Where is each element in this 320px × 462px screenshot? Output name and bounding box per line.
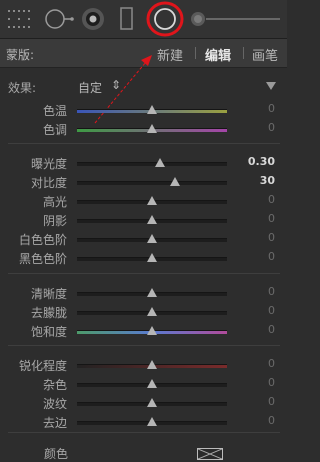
section-divider	[8, 273, 280, 274]
color-swatch[interactable]	[197, 448, 223, 460]
slider-label: 清晰度	[30, 287, 67, 301]
effect-preset-row: 效果: 自定 ⇕	[0, 78, 287, 98]
slider-value[interactable]: 0	[268, 376, 275, 389]
slider-row: 杂色 0	[0, 375, 287, 393]
slider-thumb[interactable]	[147, 215, 157, 224]
slider-label: 黑色色阶	[18, 252, 67, 266]
slider-track[interactable]	[77, 417, 227, 426]
section-divider	[8, 432, 280, 433]
slider-value[interactable]: 0	[268, 357, 275, 370]
slider-label: 高光	[42, 195, 67, 209]
slider-row: 黑色色阶 0	[0, 249, 287, 267]
slider-thumb[interactable]	[147, 326, 157, 335]
color-label: 颜色	[44, 447, 69, 461]
slider-thumb[interactable]	[147, 360, 157, 369]
slider-thumb[interactable]	[147, 398, 157, 407]
slider-value[interactable]: 0	[268, 121, 275, 134]
slider-label: 锐化程度	[18, 359, 67, 373]
slider-label: 曝光度	[30, 157, 67, 171]
slider-value[interactable]: 0	[268, 395, 275, 408]
slider-row: 色调 0	[0, 120, 287, 138]
slider-track[interactable]	[77, 360, 227, 369]
slider-value[interactable]: 0	[268, 193, 275, 206]
effect-label: 效果:	[8, 81, 37, 95]
effect-preset-select[interactable]: 自定	[78, 79, 102, 96]
slider-row: 色温 0	[0, 101, 287, 119]
slider-row: 饱和度 0	[0, 322, 287, 340]
slider-track[interactable]	[77, 307, 227, 316]
slider-row: 清晰度 0	[0, 284, 287, 302]
slider-thumb[interactable]	[147, 234, 157, 243]
slider-row: 白色色阶 0	[0, 230, 287, 248]
slider-row: 对比度 30	[0, 173, 287, 191]
slider-track[interactable]	[77, 177, 227, 186]
slider-label: 阴影	[42, 214, 67, 228]
slider-value[interactable]: 0	[268, 212, 275, 225]
slider-row: 去边 0	[0, 413, 287, 431]
slider-label: 饱和度	[30, 325, 67, 339]
slider-row: 曝光度 0.30	[0, 154, 287, 172]
slider-label: 色温	[42, 104, 67, 118]
slider-label: 波纹	[42, 397, 67, 411]
preset-stepper-icon[interactable]: ⇕	[111, 78, 121, 92]
slider-label: 色调	[42, 123, 67, 137]
slider-thumb[interactable]	[154, 158, 165, 167]
slider-thumb[interactable]	[147, 379, 157, 388]
slider-track[interactable]	[77, 379, 227, 388]
slider-thumb[interactable]	[147, 417, 157, 426]
slider-value[interactable]: 0	[268, 285, 275, 298]
slider-value[interactable]: 0	[268, 250, 275, 263]
slider-track[interactable]	[77, 398, 227, 407]
slider-thumb[interactable]	[147, 307, 157, 316]
slider-row: 锐化程度 0	[0, 356, 287, 374]
slider-track[interactable]	[77, 124, 227, 133]
slider-value[interactable]: 0	[268, 323, 275, 336]
slider-value[interactable]: 0	[268, 231, 275, 244]
slider-track[interactable]	[77, 288, 227, 297]
slider-thumb[interactable]	[169, 177, 180, 186]
slider-track[interactable]	[77, 215, 227, 224]
collapse-triangle-icon[interactable]	[266, 82, 276, 91]
slider-row: 高光 0	[0, 192, 287, 210]
slider-thumb[interactable]	[147, 288, 157, 297]
slider-label: 去边	[42, 416, 67, 430]
slider-track[interactable]	[77, 158, 227, 167]
slider-value[interactable]: 0	[268, 304, 275, 317]
slider-label: 白色色阶	[18, 233, 67, 247]
slider-thumb[interactable]	[147, 124, 157, 133]
slider-value[interactable]: 0	[268, 414, 275, 427]
slider-label: 对比度	[30, 176, 67, 190]
slider-track[interactable]	[77, 105, 227, 114]
slider-value[interactable]: 0.30	[248, 155, 275, 168]
slider-track[interactable]	[77, 253, 227, 262]
slider-thumb[interactable]	[147, 105, 157, 114]
slider-row: 波纹 0	[0, 394, 287, 412]
slider-value[interactable]: 30	[260, 174, 275, 187]
slider-row: 阴影 0	[0, 211, 287, 229]
no-color-icon	[198, 449, 222, 459]
section-divider	[8, 345, 280, 346]
slider-row: 去朦胧 0	[0, 303, 287, 321]
slider-track[interactable]	[77, 196, 227, 205]
slider-thumb[interactable]	[147, 253, 157, 262]
slider-track[interactable]	[77, 234, 227, 243]
slider-value[interactable]: 0	[268, 102, 275, 115]
section-divider	[8, 143, 280, 144]
slider-label: 杂色	[42, 378, 67, 392]
slider-track[interactable]	[77, 326, 227, 335]
slider-thumb[interactable]	[147, 196, 157, 205]
slider-label: 去朦胧	[30, 306, 67, 320]
